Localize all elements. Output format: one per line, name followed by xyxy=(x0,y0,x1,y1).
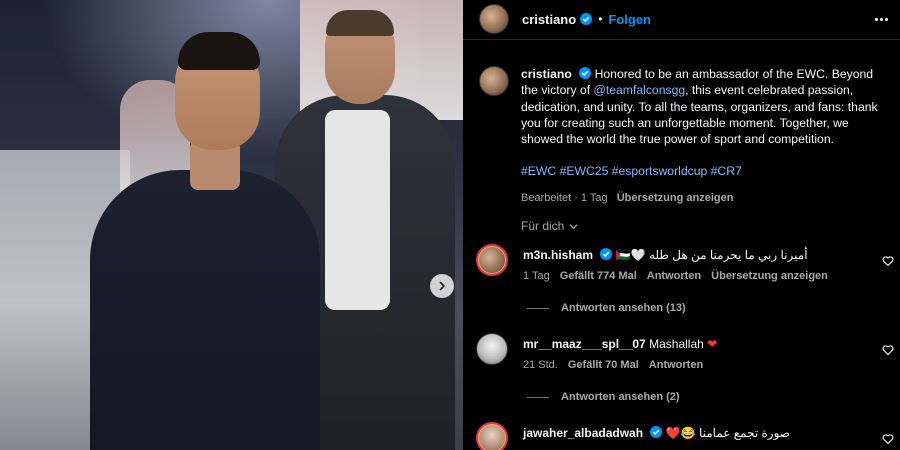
heart-outline-icon[interactable] xyxy=(882,433,894,445)
person-hair xyxy=(178,32,260,70)
comment-time: 1 Tag xyxy=(523,270,550,282)
comment-body: صورة تجمع عمامنا xyxy=(698,426,790,440)
comment-emojis: ❤️😂 xyxy=(665,426,696,440)
translate-link[interactable]: Übersetzung anzeigen xyxy=(617,192,734,204)
chevron-right-icon xyxy=(439,281,446,291)
heart-outline-icon[interactable] xyxy=(882,255,894,267)
post-viewer: cristiano • Folgen cristiano Honored to … xyxy=(0,0,900,450)
caption-hashtags[interactable]: #EWC #EWC25 #esportsworldcup #CR7 xyxy=(521,163,889,179)
header-divider xyxy=(463,39,900,40)
verified-badge-icon xyxy=(650,426,663,438)
sort-label: Für dich xyxy=(521,219,565,233)
comment-body: Mashallah xyxy=(649,337,704,351)
comment-time: 21 Std. xyxy=(523,359,558,371)
avatar[interactable] xyxy=(479,4,509,34)
comment-username[interactable]: m3n.hisham xyxy=(523,248,593,262)
caption-mention-link[interactable]: @teamfalconsgg xyxy=(593,83,685,97)
translate-link[interactable]: Übersetzung anzeigen xyxy=(711,270,828,282)
avatar[interactable] xyxy=(476,333,508,365)
avatar[interactable] xyxy=(476,422,508,450)
comment-text: mr__maaz___spl__07 Mashallah ❤ xyxy=(523,337,873,351)
reply-button[interactable]: Antworten xyxy=(649,359,703,371)
verified-badge-icon xyxy=(600,248,613,260)
view-replies-button[interactable]: Antworten ansehen (13) xyxy=(527,302,686,314)
comment-text: jawaher_albadadwah ❤️😂 صورة تجمع عمامنا xyxy=(523,426,873,440)
comment-flag: 🇵🇸🤍 xyxy=(615,248,646,262)
comment-meta: 21 Std. Gefällt 70 Mal Antworten xyxy=(523,359,703,371)
comment-likes[interactable]: Gefällt 70 Mal xyxy=(568,359,639,371)
replies-divider xyxy=(527,307,549,309)
chevron-down-icon xyxy=(569,223,578,229)
more-options-icon[interactable] xyxy=(872,10,890,28)
comment-username[interactable]: mr__maaz___spl__07 xyxy=(523,337,646,351)
avatar[interactable] xyxy=(479,66,509,96)
next-image-button[interactable] xyxy=(430,274,454,298)
comment-meta: 1 Tag Gefällt 774 Mal Antworten Übersetz… xyxy=(523,270,828,282)
person-shirt xyxy=(325,110,390,310)
post-caption: cristiano Honored to be an ambassador of… xyxy=(479,66,889,206)
reply-button[interactable]: Antworten xyxy=(647,270,701,282)
header-username[interactable]: cristiano xyxy=(522,12,576,27)
caption-meta: Bearbeitet · 1 Tag Übersetzung anzeigen xyxy=(521,190,889,206)
follow-button[interactable]: Folgen xyxy=(608,12,651,27)
replies-divider xyxy=(527,396,549,398)
edited-label: Bearbeitet · 1 Tag xyxy=(521,191,608,204)
heart-emoji-icon: ❤ xyxy=(707,337,718,351)
avatar[interactable] xyxy=(476,244,508,276)
post-photo[interactable] xyxy=(0,0,463,450)
view-replies-label: Antworten ansehen (2) xyxy=(561,391,680,403)
comment-sort-dropdown[interactable]: Für dich xyxy=(521,219,578,233)
person-dark-shirt xyxy=(90,170,320,450)
person-hair xyxy=(326,10,394,36)
heart-outline-icon[interactable] xyxy=(882,344,894,356)
caption-text: cristiano Honored to be an ambassador of… xyxy=(521,66,889,206)
view-replies-button[interactable]: Antworten ansehen (2) xyxy=(527,391,680,403)
caption-username[interactable]: cristiano xyxy=(521,67,572,81)
comment-likes[interactable]: Gefällt 774 Mal xyxy=(560,270,637,282)
verified-badge-icon xyxy=(580,13,593,25)
comment-body: أميرنا ربي ما يحرمنا من هل طله xyxy=(648,248,808,262)
post-header: cristiano • Folgen xyxy=(463,0,900,38)
separator-dot: • xyxy=(598,12,603,26)
comment-username[interactable]: jawaher_albadadwah xyxy=(523,426,643,440)
verified-badge-icon xyxy=(579,67,592,79)
comment-text: m3n.hisham 🇵🇸🤍 أميرنا ربي ما يحرمنا من ه… xyxy=(523,248,873,262)
view-replies-label: Antworten ansehen (13) xyxy=(561,302,686,314)
